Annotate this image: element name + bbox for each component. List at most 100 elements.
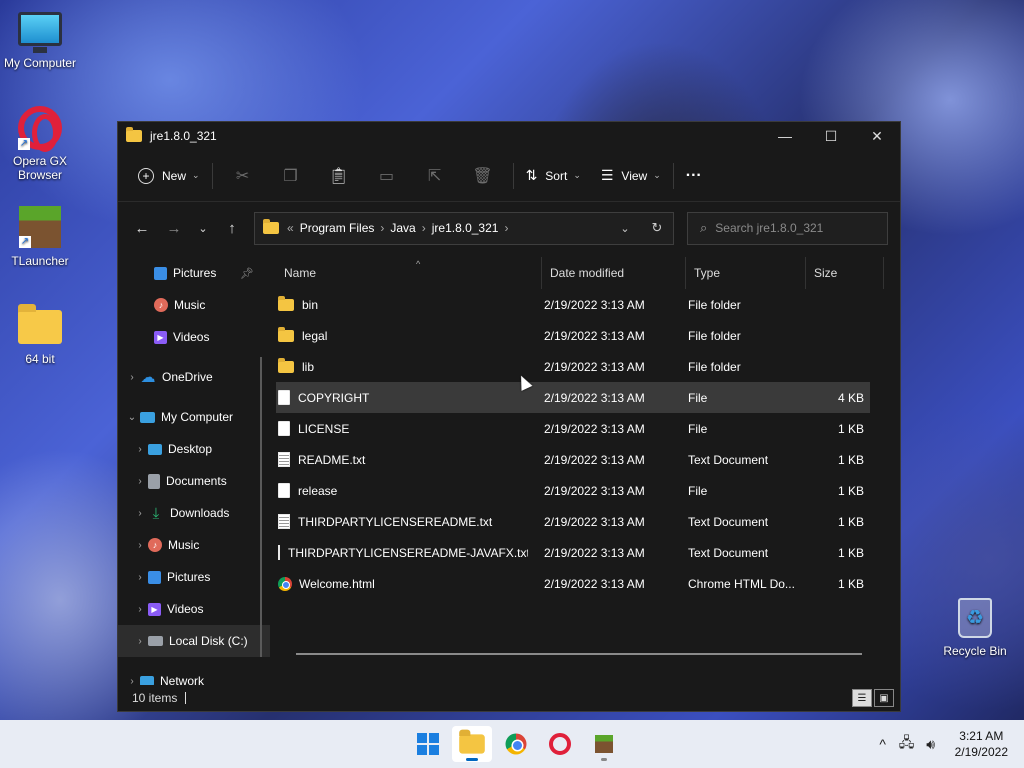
- file-name-cell[interactable]: README.txt: [278, 444, 528, 475]
- chevron-right-icon[interactable]: ›: [124, 676, 140, 686]
- sidebar-item-documents[interactable]: › Documents: [118, 465, 270, 497]
- share-button[interactable]: ⇱: [411, 160, 459, 192]
- chevron-right-icon[interactable]: ›: [132, 476, 148, 487]
- chevron-right-icon[interactable]: ›: [124, 372, 140, 383]
- file-name-cell[interactable]: Welcome.html: [278, 568, 528, 599]
- column-header-date[interactable]: Date modified: [542, 257, 686, 289]
- view-button[interactable]: ☰ View ⌄: [595, 160, 667, 192]
- chevron-right-icon[interactable]: ›: [132, 508, 148, 519]
- title-bar[interactable]: jre1.8.0_321 — ☐ ✕: [118, 122, 900, 150]
- file-row[interactable]: Welcome.html 2/19/2022 3:13 AM Chrome HTML…: [276, 568, 870, 599]
- sidebar-item-pictures[interactable]: › Pictures: [118, 561, 270, 593]
- up-button[interactable]: ↑: [216, 212, 248, 244]
- breadcrumb-jre[interactable]: jre1.8.0_321: [432, 221, 499, 235]
- taskbar-chrome[interactable]: [496, 726, 536, 762]
- sidebar-item-network[interactable]: › Network: [118, 665, 270, 685]
- sidebar-item-videos[interactable]: › ▶ Videos: [118, 593, 270, 625]
- file-row[interactable]: THIRDPARTYLICENSEREADME-JAVAFX.txt 2/19/2…: [276, 537, 870, 568]
- file-name-cell[interactable]: COPYRIGHT: [278, 382, 528, 413]
- desktop-icon-opera-gx[interactable]: ↗ Opera GX Browser: [0, 106, 80, 182]
- taskbar-tlauncher[interactable]: [584, 726, 624, 762]
- file-name-cell[interactable]: THIRDPARTYLICENSEREADME-JAVAFX.txt: [278, 537, 528, 568]
- chevron-down-icon[interactable]: ⌄: [124, 412, 140, 423]
- sort-button[interactable]: ⇅ Sort ⌄: [520, 160, 587, 192]
- chevron-right-icon[interactable]: ›: [132, 444, 148, 455]
- sidebar-item-desktop[interactable]: › Desktop: [118, 433, 270, 465]
- search-input[interactable]: ⌕ Search jre1.8.0_321: [687, 211, 888, 245]
- desktop-icon-recycle-bin[interactable]: ♻ Recycle Bin: [935, 598, 1015, 658]
- rename-button[interactable]: ▭: [363, 160, 411, 192]
- clock-date: 2/19/2022: [954, 745, 1008, 759]
- file-name-cell[interactable]: lib: [278, 351, 528, 382]
- sidebar-item-onedrive[interactable]: › ☁ OneDrive: [118, 361, 270, 393]
- more-options-button[interactable]: ···: [680, 160, 708, 192]
- chevron-right-icon[interactable]: ›: [504, 221, 508, 235]
- videos-icon: ▶: [148, 602, 161, 616]
- close-button[interactable]: ✕: [854, 122, 900, 150]
- file-name-cell[interactable]: bin: [278, 289, 528, 320]
- desktop-icon-tlauncher[interactable]: ↗ TLauncher: [0, 206, 80, 268]
- sidebar-item-local-disk[interactable]: › Local Disk (C:): [118, 625, 270, 657]
- file-name-cell[interactable]: THIRDPARTYLICENSEREADME.txt: [278, 506, 528, 537]
- address-bar[interactable]: « Program Files › Java › jre1.8.0_321 › …: [254, 211, 674, 245]
- sidebar-item-pictures[interactable]: Pictures 📌︎: [118, 257, 270, 289]
- column-header-type[interactable]: Type: [686, 257, 806, 289]
- network-icon[interactable]: 🖧︎: [895, 732, 919, 756]
- paste-button[interactable]: 📋︎: [315, 160, 363, 192]
- sidebar-item-music[interactable]: › ♪ Music: [118, 529, 270, 561]
- overflow-icon[interactable]: «: [287, 221, 294, 235]
- file-row[interactable]: README.txt 2/19/2022 3:13 AM Text Document…: [276, 444, 870, 475]
- taskbar-file-explorer[interactable]: [452, 726, 492, 762]
- file-name-cell[interactable]: legal: [278, 320, 528, 351]
- chevron-right-icon[interactable]: ›: [380, 221, 384, 235]
- back-button[interactable]: ←: [126, 212, 158, 244]
- sidebar-item-downloads[interactable]: › ⤓ Downloads: [118, 497, 270, 529]
- text-file-icon: [278, 514, 290, 529]
- file-row[interactable]: lib 2/19/2022 3:13 AM File folder: [276, 351, 870, 382]
- delete-button[interactable]: 🗑︎: [459, 160, 507, 192]
- copy-button[interactable]: ❐: [267, 160, 315, 192]
- taskbar-opera-gx[interactable]: [540, 726, 580, 762]
- large-icons-view-button[interactable]: ▣: [874, 689, 894, 707]
- column-header-name[interactable]: Name ^: [276, 257, 542, 289]
- sidebar-item-videos[interactable]: ▶ Videos: [118, 321, 270, 353]
- column-header-size[interactable]: Size: [806, 257, 884, 289]
- navigation-pane[interactable]: Pictures 📌︎ ♪ Music ▶ Videos › ☁ OneDriv…: [118, 257, 270, 685]
- sidebar-item-music[interactable]: ♪ Music: [118, 289, 270, 321]
- horizontal-scrollbar[interactable]: [296, 653, 862, 655]
- sidebar-scrollbar[interactable]: [260, 357, 262, 657]
- minimize-button[interactable]: —: [762, 122, 808, 150]
- start-button[interactable]: [408, 726, 448, 762]
- file-row[interactable]: COPYRIGHT 2/19/2022 3:13 AM File 4 KB: [276, 382, 870, 413]
- chevron-right-icon[interactable]: ›: [132, 572, 148, 583]
- breadcrumb-java[interactable]: Java: [390, 221, 415, 235]
- address-history-button[interactable]: ⌄: [609, 213, 641, 244]
- file-row[interactable]: LICENSE 2/19/2022 3:13 AM File 1 KB: [276, 413, 870, 444]
- file-row[interactable]: release 2/19/2022 3:13 AM File 1 KB: [276, 475, 870, 506]
- file-row[interactable]: bin 2/19/2022 3:13 AM File folder: [276, 289, 870, 320]
- refresh-button[interactable]: ↻: [641, 213, 673, 244]
- maximize-button[interactable]: ☐: [808, 122, 854, 150]
- recent-locations-button[interactable]: ⌄: [190, 212, 216, 244]
- new-button[interactable]: + New ⌄: [132, 160, 206, 192]
- details-view-button[interactable]: ☰: [852, 689, 872, 707]
- file-name-cell[interactable]: LICENSE: [278, 413, 528, 444]
- breadcrumb-program-files[interactable]: Program Files: [300, 221, 375, 235]
- file-size-cell: 1 KB: [837, 545, 864, 560]
- desktop-icon-64-bit[interactable]: 64 bit: [0, 304, 80, 366]
- cut-button[interactable]: ✂: [219, 160, 267, 192]
- file-row[interactable]: legal 2/19/2022 3:13 AM File folder: [276, 320, 870, 351]
- show-hidden-icons-button[interactable]: ^: [871, 736, 895, 752]
- forward-button[interactable]: →: [158, 212, 190, 244]
- file-row[interactable]: THIRDPARTYLICENSEREADME.txt 2/19/2022 3:1…: [276, 506, 870, 537]
- sidebar-item-my-computer[interactable]: ⌄ My Computer: [118, 401, 270, 433]
- chevron-right-icon[interactable]: ›: [132, 604, 148, 615]
- chevron-right-icon[interactable]: ›: [132, 636, 148, 647]
- volume-icon[interactable]: 🔊︎: [919, 736, 943, 753]
- file-name-cell[interactable]: release: [278, 475, 528, 506]
- file-name: README.txt: [298, 452, 366, 467]
- desktop-icon-my-computer[interactable]: My Computer: [0, 12, 80, 70]
- chevron-right-icon[interactable]: ›: [422, 221, 426, 235]
- clock[interactable]: 3:21 AM 2/19/2022: [955, 728, 1008, 760]
- chevron-right-icon[interactable]: ›: [132, 540, 148, 551]
